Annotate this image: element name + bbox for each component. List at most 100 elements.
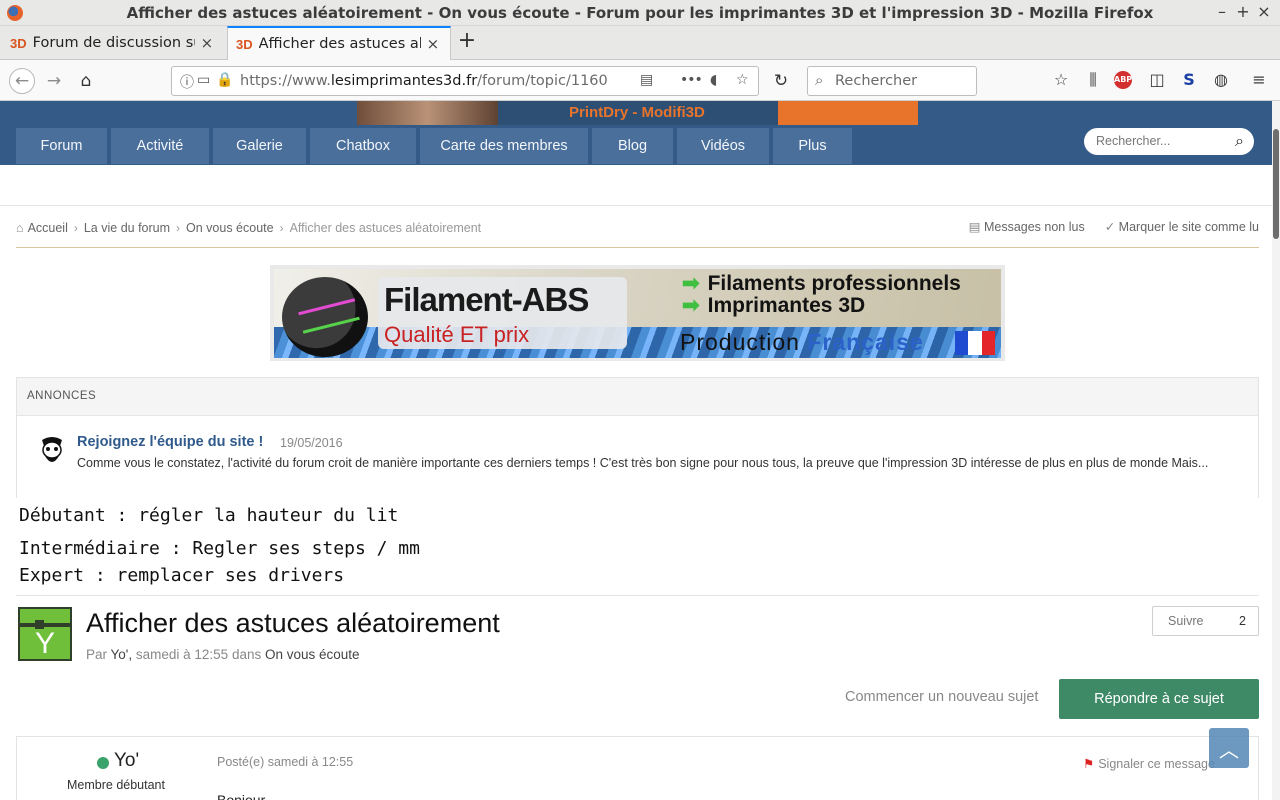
banner-image (357, 101, 498, 125)
tip-beginner: Débutant : régler la hauteur du lit (19, 505, 399, 526)
header-banner[interactable]: PrintDry - Modifi3D (357, 101, 918, 125)
nav-activite[interactable]: Activité (111, 128, 209, 164)
ad-logo-icon (282, 277, 368, 357)
home-button[interactable]: ⌂ (73, 68, 99, 94)
breadcrumb-on-vous-ecoute[interactable]: On vous écoute (186, 221, 274, 235)
ad-production: Production Française (680, 329, 924, 355)
reply-button[interactable]: Répondre à ce sujet (1059, 679, 1259, 719)
tab-forum-discussion[interactable]: 3D Forum de discussion sur × (2, 26, 226, 60)
back-button[interactable]: ← (9, 68, 35, 94)
post-date[interactable]: Posté(e) samedi à 12:55 (217, 755, 353, 769)
search-icon[interactable]: ⌕ (1235, 131, 1244, 151)
search-icon: ⌕ (815, 71, 824, 89)
site-favicon-icon: 3D (10, 35, 27, 51)
check-icon: ✓ (1104, 220, 1119, 234)
chevron-right-icon: › (73, 221, 78, 235)
topic-author-avatar[interactable]: Y (18, 607, 72, 661)
nav-blog[interactable]: Blog (592, 128, 673, 164)
library-icon[interactable]: ⫼ (1082, 70, 1104, 90)
tab-afficher-astuces[interactable]: 3D Afficher des astuces aléa × (227, 26, 451, 60)
reader-view-icon[interactable]: ▤ (640, 72, 653, 88)
nav-plus[interactable]: Plus (773, 128, 852, 164)
topic-forum-link[interactable]: On vous écoute (265, 647, 360, 662)
inbox-icon: ▤ (968, 220, 984, 234)
tab-label: Afficher des astuces aléa (258, 36, 421, 52)
breadcrumb-vie-du-forum[interactable]: La vie du forum (84, 221, 170, 235)
reload-button[interactable]: ↻ (768, 68, 794, 94)
breadcrumb: ⌂ Accueil › La vie du forum › On vous éc… (16, 219, 481, 237)
arrow-icon: ➡ (682, 272, 700, 295)
adblock-plus-icon[interactable]: ABP (1114, 71, 1132, 89)
mark-read-link[interactable]: ✓ Marquer le site comme lu (1105, 219, 1259, 234)
scrollbar-thumb[interactable] (1273, 129, 1279, 239)
minimize-button[interactable]: – (1212, 2, 1232, 21)
unread-messages-link[interactable]: ▤ Messages non lus (969, 219, 1085, 234)
web-page: PrintDry - Modifi3D Forum Activité Galer… (0, 101, 1280, 800)
sub-header-bar (0, 165, 1272, 206)
page-actions-icon[interactable]: ••• (680, 72, 703, 88)
tab-label: Forum de discussion sur (32, 35, 195, 51)
ad-title: Filament-ABS (384, 281, 589, 318)
divider (16, 247, 1259, 248)
pocket-icon[interactable]: ◖ (710, 72, 717, 88)
url-text[interactable]: https://www.lesimprimantes3d.fr/forum/to… (240, 73, 632, 89)
announcement-title-link[interactable]: Rejoignez l'équipe du site ! (77, 434, 263, 450)
nav-chatbox[interactable]: Chatbox (310, 128, 416, 164)
close-tab-icon[interactable]: × (427, 35, 440, 53)
maximize-button[interactable]: + (1233, 2, 1253, 21)
post-body: Bonjour (217, 792, 266, 800)
new-topic-link[interactable]: Commencer un nouveau sujet (845, 689, 1038, 705)
breadcrumb-current: Afficher des astuces aléatoirement (289, 221, 482, 235)
announcement-date: 19/05/2016 (280, 436, 343, 450)
tab-bar: 3D Forum de discussion sur × 3D Afficher… (0, 26, 1280, 60)
report-post-link[interactable]: ⚑ Signaler ce message (1083, 756, 1215, 771)
reload-icon: ↻ (773, 71, 789, 91)
breadcrumb-actions: ▤ Messages non lus ✓ Marquer le site com… (969, 219, 1259, 234)
banner-text: PrintDry - Modifi3D (569, 104, 705, 121)
site-header: PrintDry - Modifi3D Forum Activité Galer… (0, 101, 1272, 165)
announcements-header: ANNONCES (17, 378, 1258, 416)
avatar-letter-icon: Y (35, 627, 56, 660)
forward-arrow-icon: → (46, 71, 62, 91)
breadcrumb-accueil[interactable]: Accueil (28, 221, 68, 235)
nav-galerie[interactable]: Galerie (213, 128, 306, 164)
post-author-link[interactable]: Yo' (114, 750, 139, 772)
home-icon: ⌂ (16, 221, 24, 235)
browser-search-placeholder: Rechercher (835, 73, 918, 89)
new-tab-button[interactable]: + (455, 28, 479, 53)
advertisement-banner[interactable]: Filament-ABS Qualité ET prix ➡ Filaments … (270, 265, 1005, 361)
permissions-icon[interactable]: ▭ (197, 72, 210, 88)
online-status-icon (97, 757, 109, 769)
back-to-top-button[interactable]: ︿ (1209, 728, 1249, 768)
menu-hamburger-icon[interactable]: ≡ (1248, 70, 1270, 89)
extension-s-icon[interactable]: S (1178, 70, 1200, 89)
page-scrollbar[interactable] (1272, 101, 1280, 800)
info-icon[interactable]: ⓘ (180, 72, 194, 92)
arrow-icon: ➡ (682, 294, 700, 317)
topic-meta: Par Yo', samedi à 12:55 dans On vous éco… (86, 647, 360, 662)
close-window-button[interactable]: × (1254, 2, 1274, 21)
sidebar-icon[interactable]: ◫ (1146, 70, 1168, 89)
divider (16, 595, 1259, 596)
close-tab-icon[interactable]: × (201, 34, 214, 52)
chevron-right-icon: › (279, 221, 284, 235)
site-search-input[interactable]: Rechercher... ⌕ (1084, 128, 1254, 155)
nav-forum[interactable]: Forum (16, 128, 107, 164)
french-flag-icon (955, 331, 995, 355)
follow-button[interactable]: Suivre 2 (1152, 606, 1259, 636)
back-arrow-icon: ← (14, 71, 30, 91)
url-bar[interactable]: ⓘ ▭ 🔒 https://www.lesimprimantes3d.fr/fo… (171, 66, 759, 96)
topic-author-link[interactable]: Yo', (111, 647, 133, 662)
forward-button[interactable]: → (41, 68, 67, 94)
bookmark-star-icon[interactable]: ☆ (736, 72, 749, 88)
bookmarks-menu-icon[interactable]: ☆ (1050, 70, 1072, 89)
chevron-up-icon: ︿ (1219, 737, 1239, 762)
secure-lock-icon[interactable]: 🔒 (216, 72, 233, 88)
home-icon: ⌂ (80, 71, 92, 91)
nav-videos[interactable]: Vidéos (677, 128, 769, 164)
post-author-rank: Membre débutant (67, 778, 165, 792)
window-titlebar: Afficher des astuces aléatoirement - On … (0, 0, 1280, 26)
nav-carte-membres[interactable]: Carte des membres (420, 128, 588, 164)
browser-search-bar[interactable]: ⌕ Rechercher (807, 66, 977, 96)
extension-icon[interactable]: ◍ (1210, 70, 1232, 89)
